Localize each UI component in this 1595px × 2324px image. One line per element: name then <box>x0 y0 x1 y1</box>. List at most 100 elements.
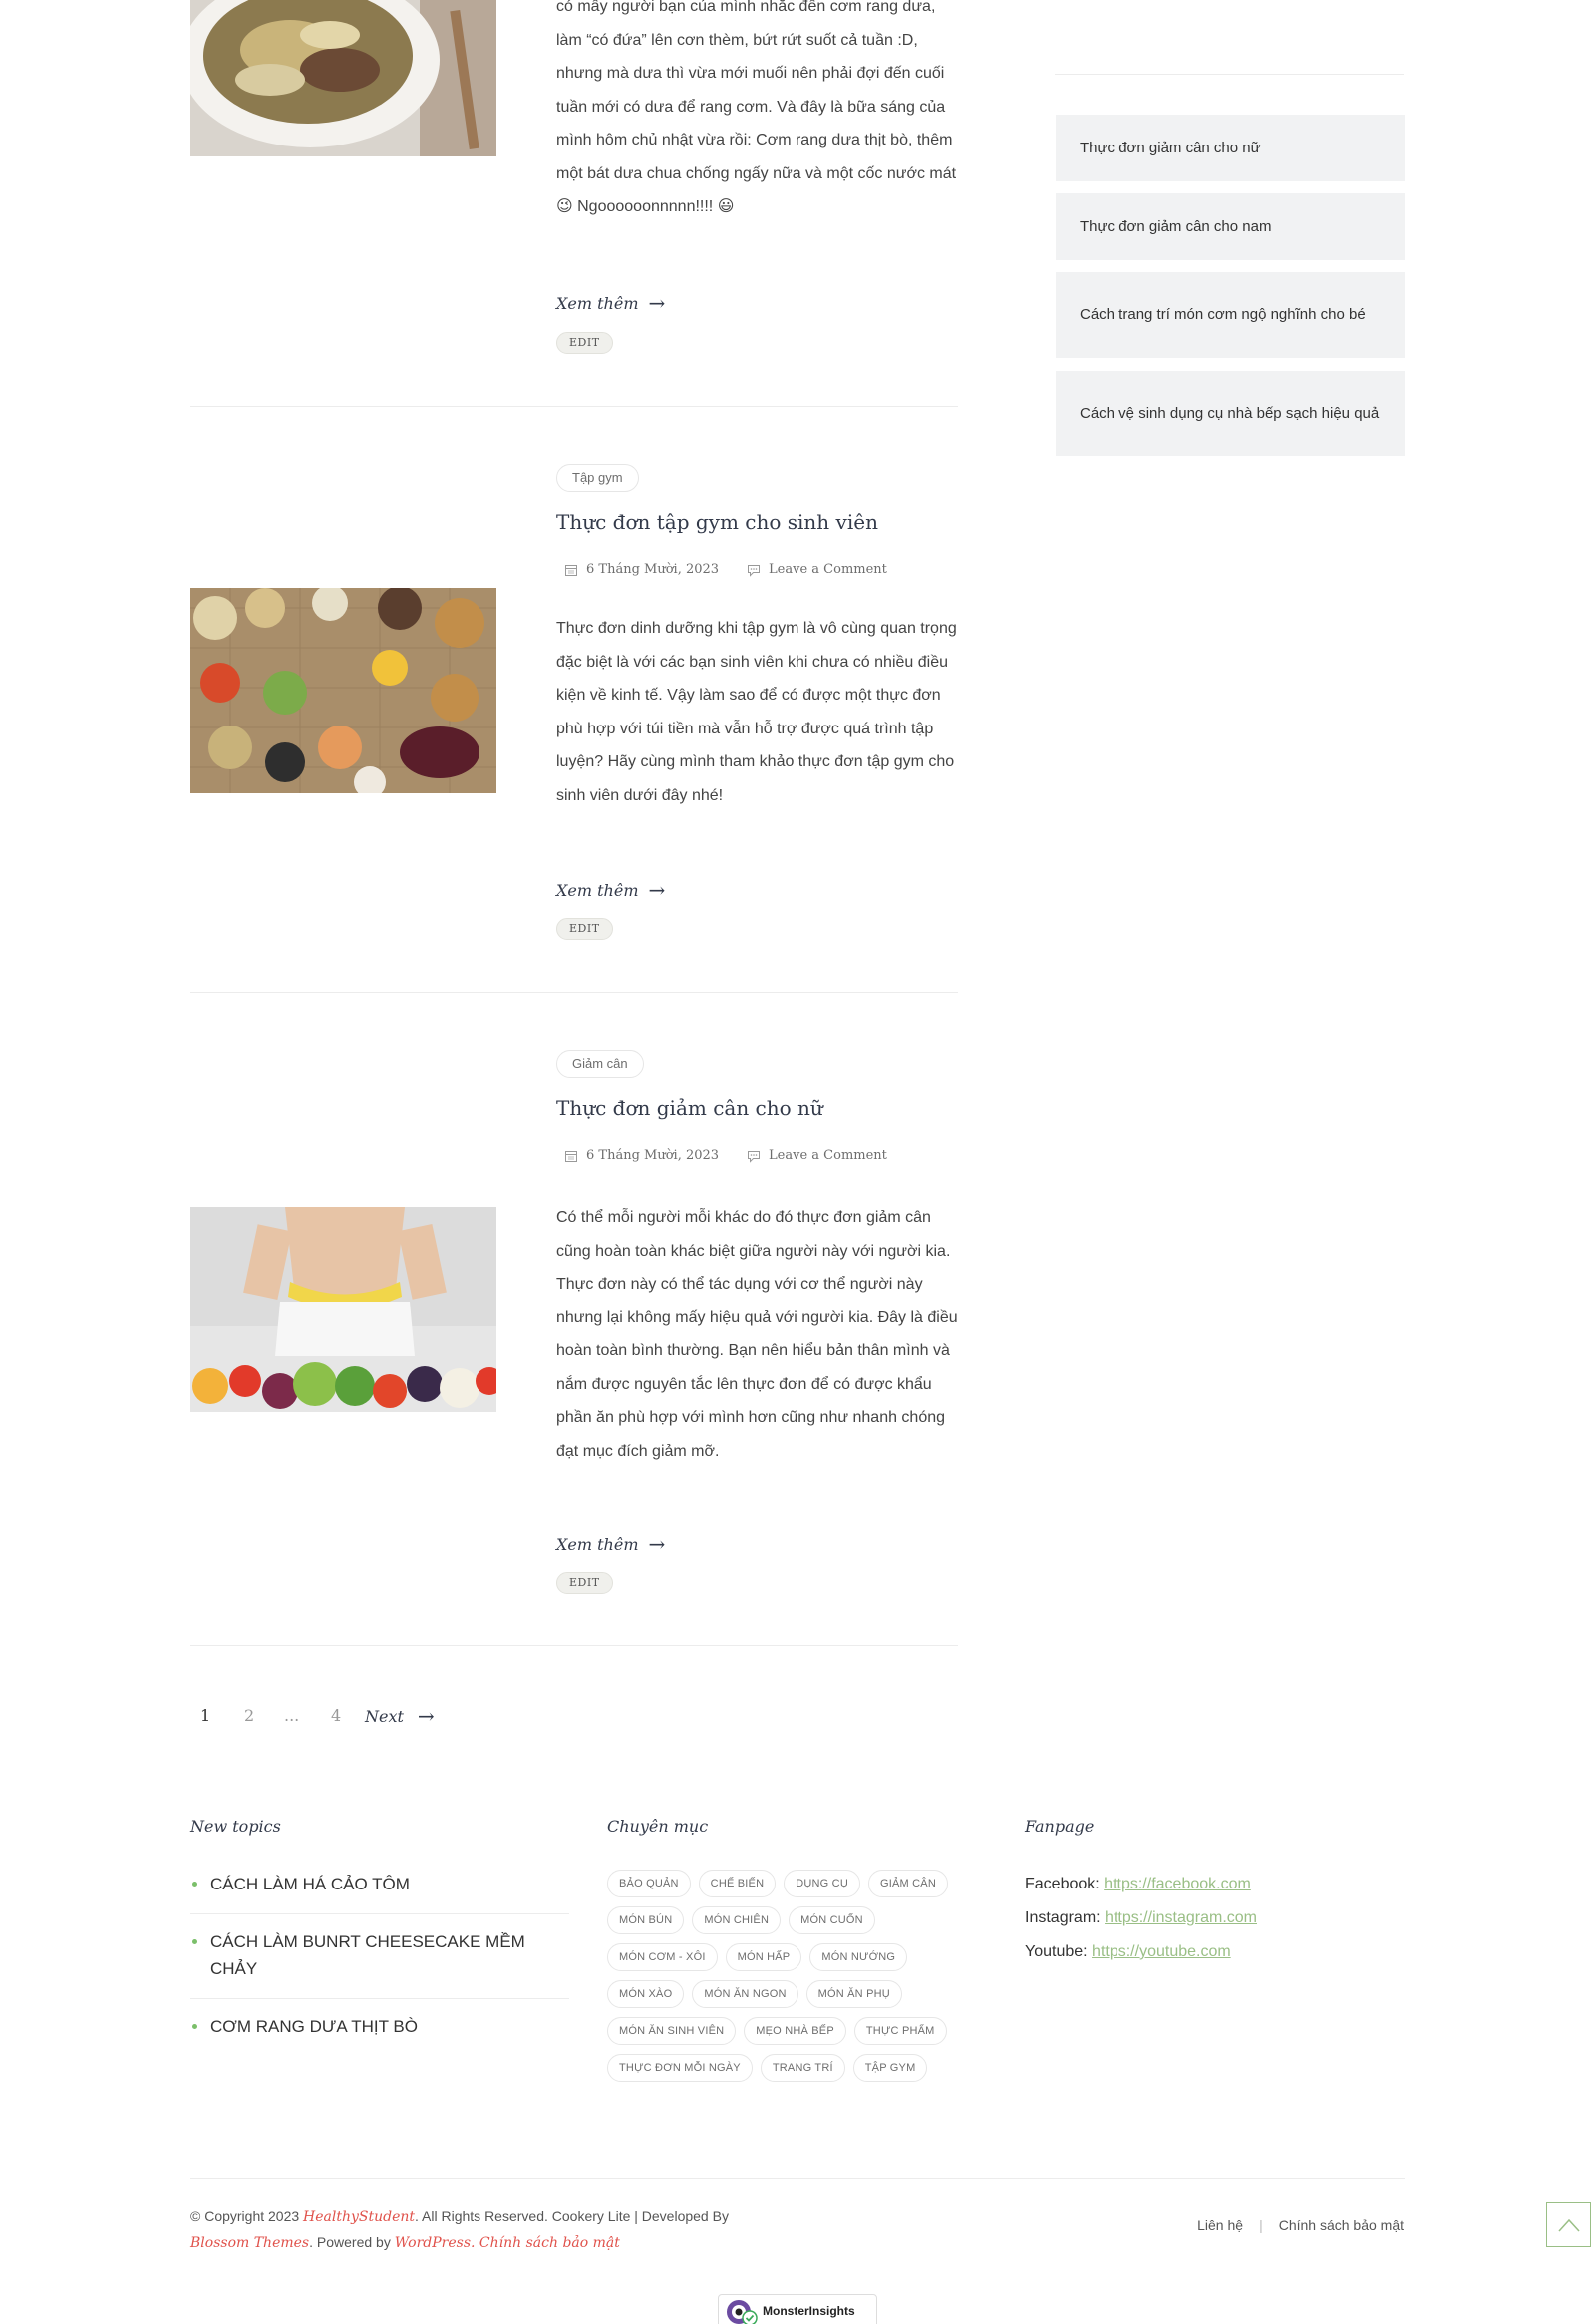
tag-link[interactable]: MÓN HẤP <box>725 1943 802 1971</box>
calendar-icon <box>565 564 577 576</box>
post-thumbnail-gym[interactable] <box>190 588 496 793</box>
read-more-label: Xem thêm <box>556 1534 639 1554</box>
tag-link[interactable]: BẢO QUẢN <box>607 1870 691 1897</box>
tag-link[interactable]: MÓN BÚN <box>607 1906 685 1934</box>
page-2-link[interactable]: 2 <box>244 1706 254 1725</box>
tag-link[interactable]: DỤNG CỤ <box>784 1870 860 1897</box>
next-page-link[interactable]: Next → <box>365 1706 435 1726</box>
read-more-link[interactable]: Xem thêm → <box>556 293 665 313</box>
post-thumbnail-com-rang[interactable] <box>190 0 496 156</box>
facebook-link[interactable]: https://facebook.com <box>1104 1876 1251 1892</box>
instagram-link[interactable]: https://instagram.com <box>1105 1909 1257 1926</box>
arrow-right-icon: → <box>648 291 666 315</box>
facebook-row: Facebook: https://facebook.com <box>1025 1876 1251 1893</box>
tag-link[interactable]: MÓN XÀO <box>607 1980 685 2008</box>
wordpress-link[interactable]: WordPress <box>395 2235 471 2251</box>
next-label: Next <box>365 1706 404 1726</box>
topic-label: CƠM RANG DƯA THỊT BÒ <box>210 2017 418 2036</box>
tag-link[interactable]: MÓN ĂN SINH VIÊN <box>607 2017 737 2045</box>
new-topics-heading: New topics <box>190 1817 281 1836</box>
powered-by-text: . Powered by <box>309 2234 391 2250</box>
read-more-link[interactable]: Xem thêm → <box>556 880 665 900</box>
footer-divider <box>190 2178 1405 2179</box>
sidebar-post-link[interactable]: Cách vệ sinh dụng cụ nhà bếp sạch hiệu q… <box>1056 371 1405 456</box>
sidebar-post-link[interactable]: Thực đơn giảm cân cho nữ <box>1056 115 1405 181</box>
category-tag-cloud: BẢO QUẢN CHẾ BIẾN DỤNG CỤ GIẢM CÂN MÓN B… <box>607 1870 976 2082</box>
categories-heading: Chuyên mục <box>607 1817 709 1836</box>
tag-link[interactable]: MẸO NHÀ BẾP <box>744 2017 846 2045</box>
comment-icon <box>748 1150 761 1163</box>
copyright-text: © Copyright 2023 HealthyStudent. All Rig… <box>190 2208 729 2251</box>
edit-button[interactable]: EDIT <box>556 918 613 940</box>
page-1-current: 1 <box>200 1706 211 1725</box>
topic-link[interactable]: CÁCH LÀM HÁ CẢO TÔM <box>190 1871 569 1897</box>
monster-logo-icon <box>727 2300 758 2324</box>
sidebar-post-link[interactable]: Thực đơn giảm cân cho nam <box>1056 193 1405 260</box>
comment-link[interactable]: Leave a Comment <box>769 562 887 577</box>
edit-button[interactable]: EDIT <box>556 1572 613 1594</box>
post-title[interactable]: Thực đơn tập gym cho sinh viên <box>556 510 878 534</box>
comment-icon <box>748 564 761 577</box>
read-more-label: Xem thêm <box>556 293 639 313</box>
post-excerpt: Thực đơn dinh dưỡng khi tập gym là vô cù… <box>556 620 957 804</box>
topic-link[interactable]: CƠM RANG DƯA THỊT BÒ <box>190 2013 569 2040</box>
comment-link[interactable]: Leave a Comment <box>769 1148 887 1163</box>
sidebar-divider <box>1055 74 1404 75</box>
bullet-icon <box>192 1939 197 1944</box>
post-excerpt: Có thể mỗi người mỗi khác do đó thực đơn… <box>556 1209 958 1460</box>
contact-link[interactable]: Liên hệ <box>1197 2217 1243 2233</box>
theme-author-link[interactable]: Blossom Themes <box>190 2235 309 2251</box>
arrow-right-icon: → <box>417 1704 435 1728</box>
calendar-icon <box>565 1150 577 1162</box>
back-to-top-button[interactable] <box>1546 2202 1591 2247</box>
read-more-link[interactable]: Xem thêm → <box>556 1534 665 1554</box>
post-date[interactable]: 6 Tháng Mười, 2023 <box>586 562 719 577</box>
privacy-link[interactable]: Chính sách bảo mật <box>1279 2217 1404 2233</box>
read-more-label: Xem thêm <box>556 880 639 900</box>
instagram-row: Instagram: https://instagram.com <box>1025 1909 1257 1927</box>
topic-link[interactable]: CÁCH LÀM BUNRT CHEESECAKE MỀM CHẢY <box>190 1928 569 1982</box>
tag-link[interactable]: THỰC ĐƠN MỖI NGÀY <box>607 2054 753 2082</box>
topic-label: CÁCH LÀM BUNRT CHEESECAKE MỀM CHẢY <box>210 1932 525 1978</box>
privacy-policy-link[interactable]: Chính sách bảo mật <box>479 2235 620 2251</box>
tag-link[interactable]: MÓN ĂN NGON <box>692 1980 798 2008</box>
menu-separator: | <box>1259 2217 1263 2233</box>
tag-link[interactable]: MÓN ĂN PHỤ <box>805 1980 902 2008</box>
topic-divider <box>190 1913 569 1914</box>
category-tag[interactable]: Giảm cân <box>556 1050 644 1078</box>
tag-link[interactable]: MÓN CƠM - XÔI <box>607 1943 718 1971</box>
tag-link[interactable]: MÓN CUỐN <box>789 1906 875 1934</box>
post-divider <box>190 406 958 407</box>
sidebar-post-link[interactable]: Cách trang trí món cơm ngộ nghĩnh cho bé <box>1056 272 1405 358</box>
tag-link[interactable]: THỰC PHẨM <box>853 2017 947 2045</box>
arrow-right-icon: → <box>648 1532 666 1556</box>
tag-link[interactable]: MÓN NƯỚNG <box>809 1943 908 1971</box>
bullet-icon <box>192 1882 197 1887</box>
instagram-label: Instagram: <box>1025 1909 1101 1926</box>
arrow-right-icon: → <box>648 878 666 902</box>
monsterinsights-badge[interactable]: MonsterInsights <box>718 2294 877 2324</box>
bullet-icon <box>192 2024 197 2029</box>
site-name-link[interactable]: HealthyStudent <box>303 2209 415 2225</box>
page-4-link[interactable]: 4 <box>331 1706 341 1725</box>
topic-label: CÁCH LÀM HÁ CẢO TÔM <box>210 1875 410 1893</box>
category-tag[interactable]: Tập gym <box>556 464 639 492</box>
post-meta: 6 Tháng Mười, 2023 Leave a Comment <box>564 1148 887 1163</box>
post-title[interactable]: Thực đơn giảm cân cho nữ <box>556 1096 823 1120</box>
tag-link[interactable]: TRANG TRÍ <box>760 2054 845 2082</box>
copyright-prefix: © Copyright 2023 <box>190 2208 300 2224</box>
edit-button[interactable]: EDIT <box>556 332 613 354</box>
post-date[interactable]: 6 Tháng Mười, 2023 <box>586 1148 719 1163</box>
pagination-ellipsis: ... <box>284 1706 300 1725</box>
tag-link[interactable]: TẬP GYM <box>852 2054 928 2082</box>
footer-menu: Liên hệ | Chính sách bảo mật <box>1197 2217 1404 2233</box>
post-divider <box>190 1645 958 1646</box>
tag-link[interactable]: CHẾ BIẾN <box>698 1870 777 1897</box>
fanpage-heading: Fanpage <box>1025 1817 1095 1836</box>
post-thumbnail-giam-can[interactable] <box>190 1207 496 1412</box>
tag-link[interactable]: MÓN CHIÊN <box>692 1906 782 1934</box>
post-divider <box>190 992 958 993</box>
post-excerpt: có mấy người bạn của mình nhắc đến cơm r… <box>556 0 957 215</box>
tag-link[interactable]: GIẢM CÂN <box>867 1870 948 1897</box>
youtube-link[interactable]: https://youtube.com <box>1092 1943 1231 1960</box>
